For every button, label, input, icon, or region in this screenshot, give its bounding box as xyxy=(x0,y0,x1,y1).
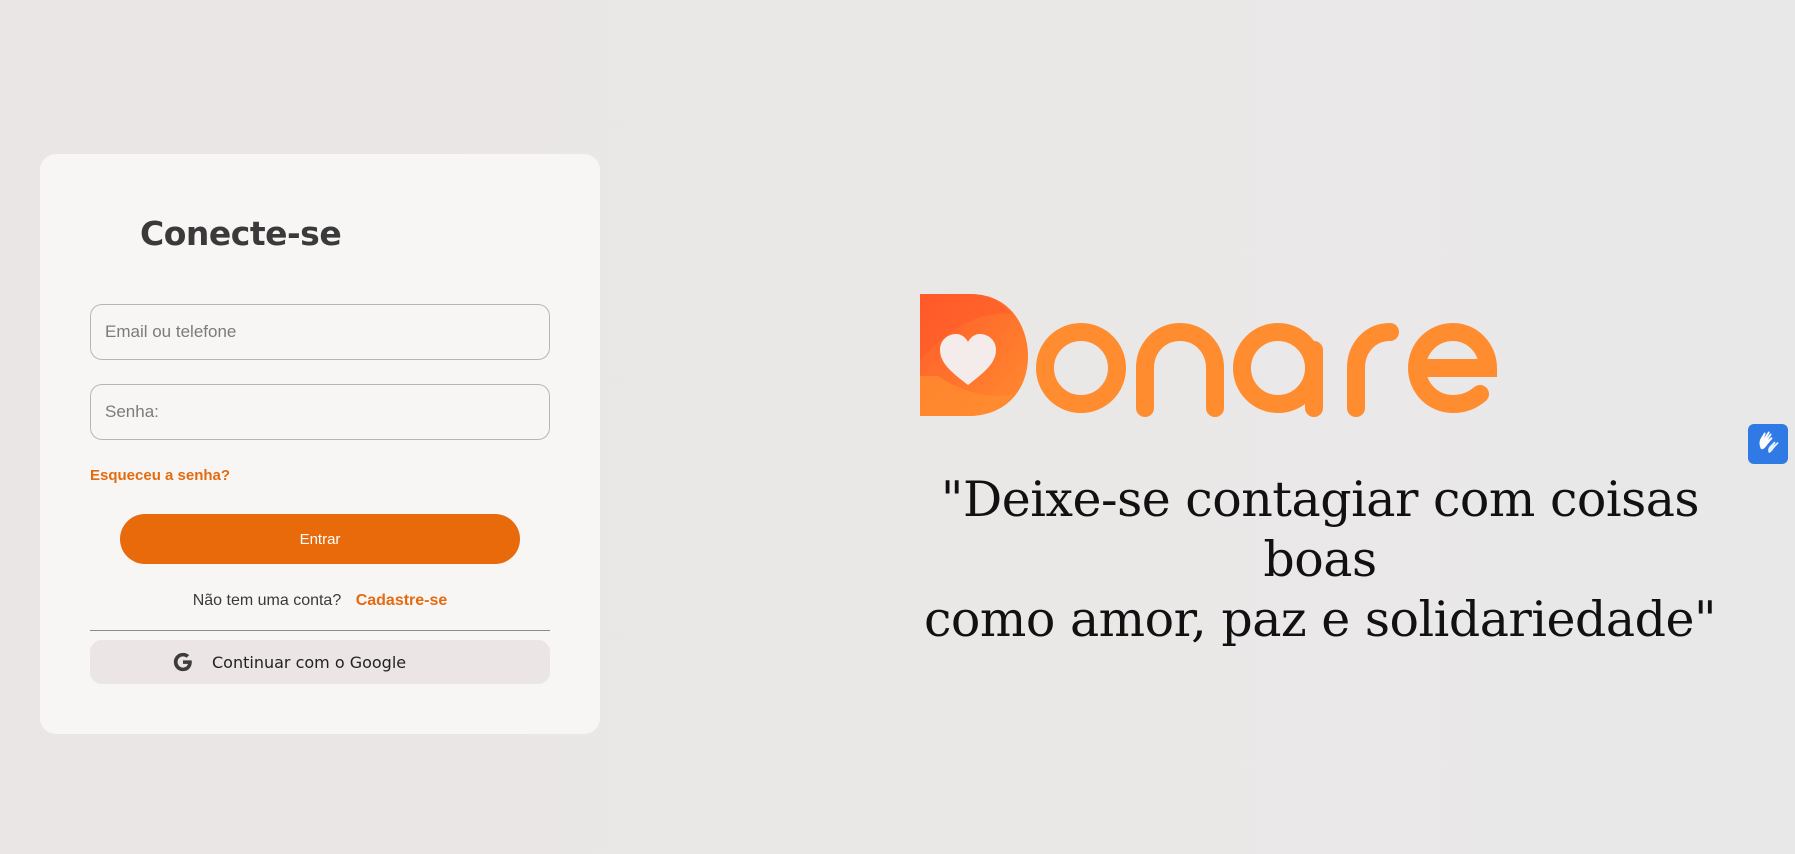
google-button-label: Continuar com o Google xyxy=(212,652,407,672)
divider xyxy=(90,630,550,631)
sign-language-hands-icon xyxy=(1755,429,1781,460)
donare-logo xyxy=(918,290,1498,420)
quote-line-1: "Deixe-se contagiar com coisas boas xyxy=(940,471,1700,588)
forgot-password-link[interactable]: Esqueceu a senha? xyxy=(90,467,230,484)
login-page: Conecte-se Esqueceu a senha? Entrar Não … xyxy=(0,0,1795,854)
signup-link[interactable]: Cadastre-se xyxy=(356,592,448,609)
accessibility-button[interactable] xyxy=(1748,424,1788,464)
email-field[interactable] xyxy=(90,304,550,360)
login-card: Conecte-se Esqueceu a senha? Entrar Não … xyxy=(40,154,600,734)
google-login-button[interactable]: Continuar com o Google xyxy=(90,640,550,684)
login-title: Conecte-se xyxy=(140,214,342,253)
enter-button[interactable]: Entrar xyxy=(120,514,520,564)
brand-quote: "Deixe-se contagiar com coisas boas como… xyxy=(880,470,1760,650)
quote-line-2: como amor, paz e solidariedade" xyxy=(923,591,1717,648)
password-field[interactable] xyxy=(90,384,550,440)
signup-row: Não tem uma conta? Cadastre-se xyxy=(40,592,600,610)
no-account-text: Não tem uma conta? xyxy=(192,592,342,609)
google-icon xyxy=(172,651,194,673)
